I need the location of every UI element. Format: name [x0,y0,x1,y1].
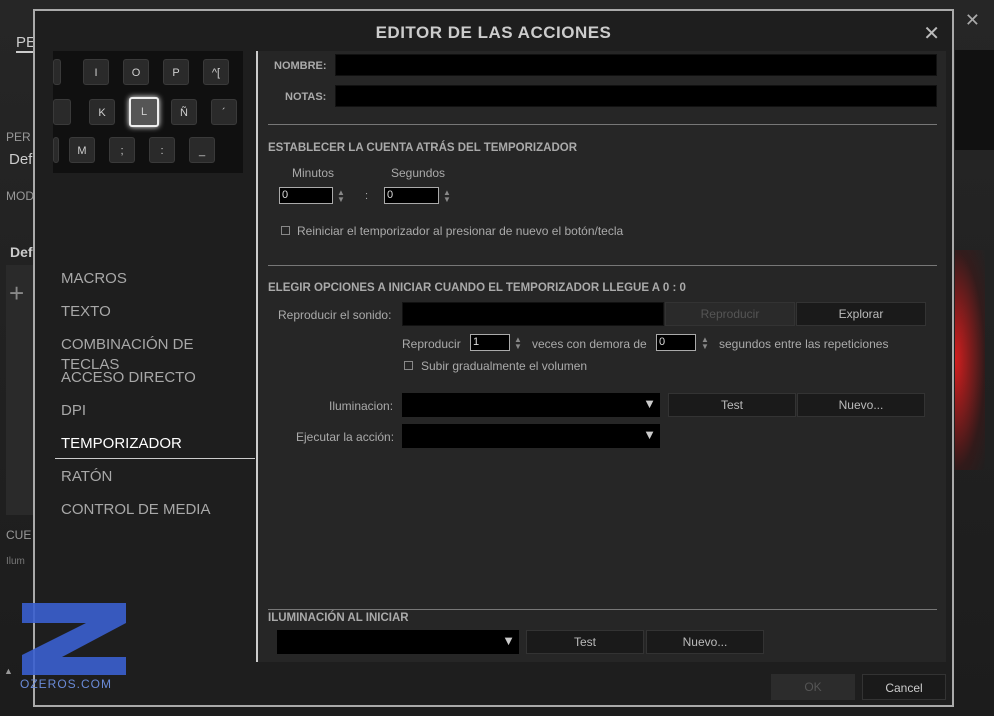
keyboard-key: _ [189,137,215,163]
divider [268,609,937,610]
restart-checkbox-label: Reiniciar el temporizador al presionar d… [297,224,624,238]
start-lighting-dropdown[interactable]: ▼ [277,630,519,654]
start-lighting-test-button[interactable]: Test [526,630,644,654]
keyboard-key: ´ [211,99,237,125]
cue-label: CUE [6,528,32,542]
seconds-label: Segundos [391,166,446,180]
browse-button[interactable]: Explorar [796,302,926,326]
notes-input[interactable] [335,85,937,107]
play-sound-button[interactable]: Reproducir [665,302,795,326]
lighting-label: Iluminacion: [329,399,394,413]
key-partial [53,59,61,85]
name-input[interactable] [335,54,937,76]
nav-item-combinacion[interactable]: COMBINACIÓN DE TECLAS [55,335,255,373]
divider [268,265,937,266]
seconds-spinner[interactable]: 0 [384,187,439,204]
delay-stepper-icon[interactable]: ▲ ▼ [701,336,709,351]
minutes-stepper-icon[interactable]: ▲ ▼ [337,189,345,204]
mode-label: MOD [6,189,34,203]
repeat-mid-label: veces con demora de [532,337,647,351]
dropdown-arrow-icon: ▼ [643,427,656,442]
watermark-text: OZEROS.COM [20,677,113,691]
key-partial [53,99,71,125]
nav-item-raton[interactable]: RATÓN [55,467,255,500]
minutes-spinner[interactable]: 0 [279,187,333,204]
divider [268,124,937,125]
repeat-stepper-icon[interactable]: ▲ ▼ [514,336,522,351]
mode-value: Def [10,244,33,260]
keyboard-key: O [123,59,149,85]
execute-action-label: Ejecutar la acción: [296,430,395,444]
name-label: NOMBRE: [274,60,327,72]
notes-label: NOTAS: [285,91,327,103]
nav-item-macros[interactable]: MACROS [55,269,255,302]
seconds-stepper-icon[interactable]: ▲ ▼ [443,189,451,204]
lighting-test-button[interactable]: Test [668,393,796,417]
add-icon[interactable]: + [9,278,24,309]
execute-action-dropdown[interactable]: ▼ [402,424,660,448]
nav-item-acceso-directo[interactable]: ACCESO DIRECTO [55,368,255,401]
time-separator: : [365,190,369,202]
profile-value: Def [9,151,33,168]
action-type-nav: MACROS TEXTO COMBINACIÓN DE TECLAS ACCES… [55,269,255,533]
dropdown-arrow-icon: ▼ [643,396,656,411]
cancel-button[interactable]: Cancel [862,674,946,700]
fade-volume-checkbox[interactable] [404,361,413,370]
timer-settings-panel: NOMBRE: NOTAS: ESTABLECER LA CUENTA ATRÁ… [256,51,946,662]
nav-item-temporizador[interactable]: TEMPORIZADOR [55,434,255,459]
repeat-count-spinner[interactable]: 1 [470,334,510,351]
options-section-title: ELEGIR OPCIONES A INICIAR CUANDO EL TEMP… [268,282,686,294]
cue-value: Ilum [6,556,25,567]
ok-button[interactable]: OK [771,674,855,700]
keyboard-key: ^[ [203,59,229,85]
action-editor-dialog: EDITOR DE LAS ACCIONES ✕ I O P ^[ K L Ñ … [33,9,954,707]
fade-volume-label: Subir gradualmente el volumen [421,359,588,373]
repeat-prefix-label: Reproducir [402,337,461,351]
sound-file-input[interactable] [402,302,664,326]
lighting-new-button[interactable]: Nuevo... [797,393,925,417]
nav-item-control-media[interactable]: CONTROL DE MEDIA [55,500,255,533]
keyboard-key: ; [109,137,135,163]
start-lighting-new-button[interactable]: Nuevo... [646,630,764,654]
background-red-glow [955,250,985,470]
keyboard-key: Ñ [171,99,197,125]
key-partial [53,137,59,163]
keyboard-key: I [83,59,109,85]
z-logo-icon [22,603,126,675]
dialog-title: EDITOR DE LAS ACCIONES [375,23,612,42]
repeat-suffix-label: segundos entre las repeticiones [719,337,889,351]
nav-item-texto[interactable]: TEXTO [55,302,255,335]
background-hex-decoration [955,50,994,150]
watermark-logo: OZEROS.COM [20,601,130,691]
profile-label: PER [6,130,31,144]
scroll-up-icon[interactable]: ▲ [4,666,13,676]
start-lighting-section-title: ILUMINACIÓN AL INICIAR [268,612,409,624]
dropdown-arrow-icon: ▼ [502,633,515,648]
nav-item-dpi[interactable]: DPI [55,401,255,434]
restart-checkbox[interactable] [281,226,290,235]
delay-spinner[interactable]: 0 [656,334,696,351]
keyboard-key: P [163,59,189,85]
keyboard-key: K [89,99,115,125]
sound-label: Reproducir el sonido: [278,308,392,322]
close-icon[interactable]: ✕ [923,21,940,46]
lighting-dropdown[interactable]: ▼ [402,393,660,417]
keyboard-key-selected: L [129,97,159,127]
keyboard-key: M [69,137,95,163]
keyboard-preview: I O P ^[ K L Ñ ´ M ; : _ [53,51,243,173]
minutes-label: Minutos [292,166,335,180]
timer-section-title: ESTABLECER LA CUENTA ATRÁS DEL TEMPORIZA… [268,142,578,154]
keyboard-key: : [149,137,175,163]
background-close-icon[interactable]: ✕ [965,10,980,31]
